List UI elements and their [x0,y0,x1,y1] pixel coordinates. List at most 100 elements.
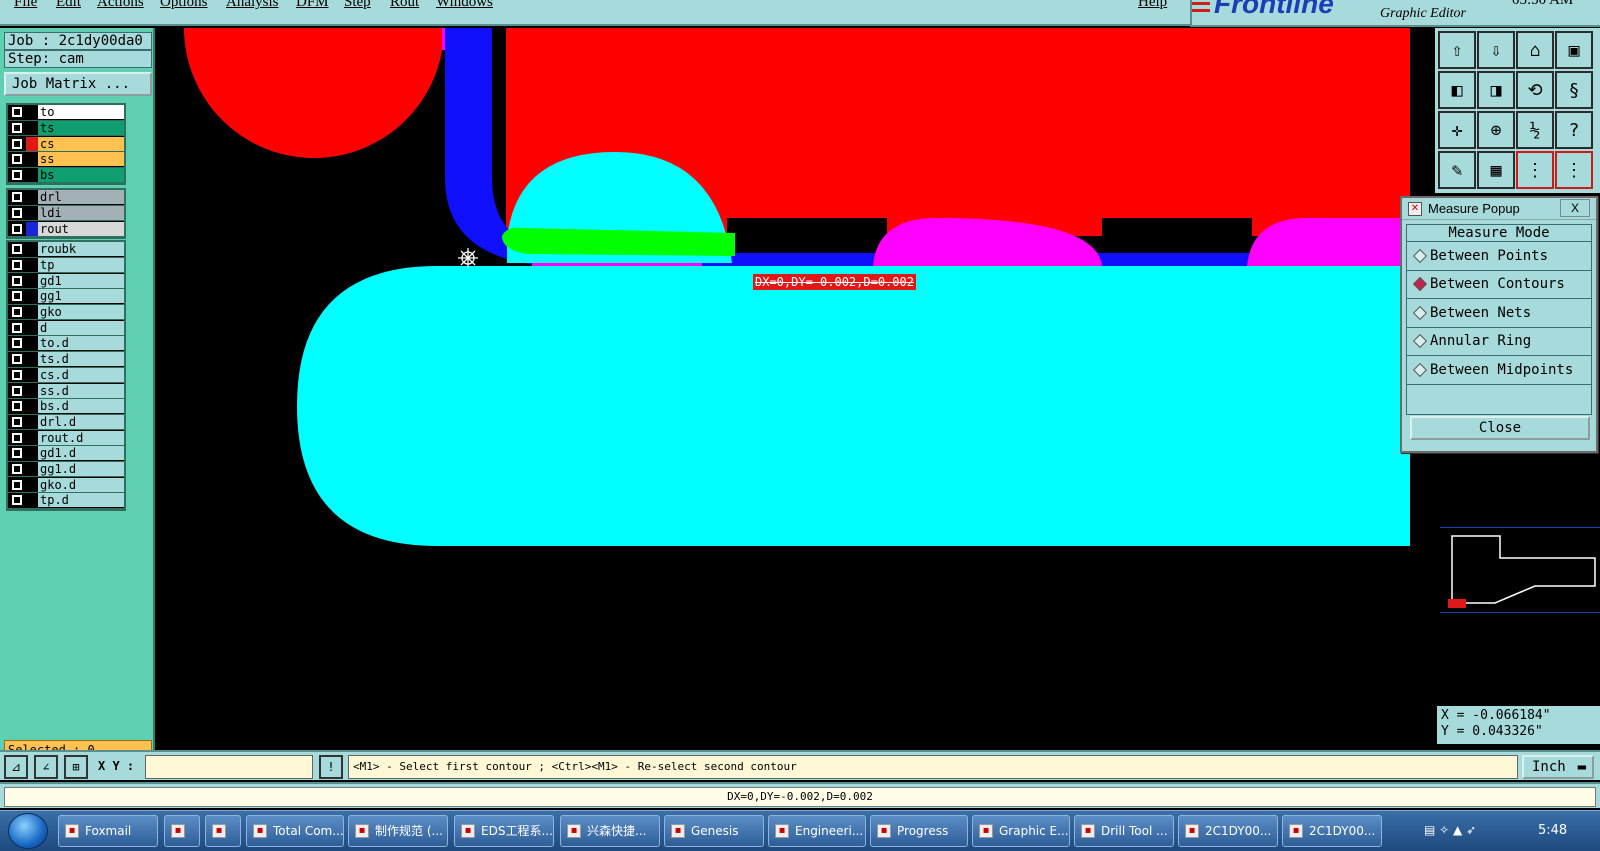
net-compare-icon[interactable]: ⋮ [1555,151,1593,189]
layer-checkbox[interactable] [12,479,22,490]
job-matrix-button[interactable]: Job Matrix ... [4,72,152,96]
layer-checkbox[interactable] [12,307,22,318]
layer-row-drl-d[interactable]: drl.d [8,414,124,431]
snap-center-icon[interactable]: ⊞ [64,755,88,779]
layer-checkbox[interactable] [12,448,22,459]
layer-row-ss-d[interactable]: ss.d [8,383,124,399]
taskbar-item[interactable]: ▪ Foxmail [58,815,158,847]
grid-icon[interactable]: ▦ [1477,151,1515,189]
pan-right-icon[interactable]: ◨ [1477,71,1515,109]
layer-row-bs-d[interactable]: bs.d [8,398,124,415]
layer-checkbox[interactable] [12,223,22,234]
taskbar-item[interactable]: ▪ Progress [870,815,968,847]
layer-checkbox[interactable] [12,291,22,302]
layer-row-gg1-d[interactable]: gg1.d [8,461,124,478]
layer-checkbox[interactable] [12,192,22,203]
layer-row-rout-d[interactable]: rout.d [8,430,124,446]
layer-row-bs[interactable]: bs [8,167,124,184]
taskbar-item[interactable]: ▪ [205,815,241,847]
layer-row-to[interactable]: to [8,105,124,121]
layer-checkbox[interactable] [12,354,22,365]
option-between-midpoints[interactable]: Between Midpoints [1406,356,1592,385]
layer-checkbox[interactable] [12,463,22,474]
layer-up-icon[interactable]: ⇧ [1438,31,1476,69]
layer-row-roubk[interactable]: roubk [8,242,124,258]
layer-checkbox[interactable] [12,107,22,118]
close-icon[interactable]: X [1560,199,1590,217]
taskbar-item[interactable]: ▪ 2C1DY00... [1178,815,1278,847]
layer-row-gd1[interactable]: gd1 [8,273,124,290]
zoom-in-icon[interactable]: ⊕ [1477,111,1515,149]
layer-row-ldi[interactable]: ldi [8,205,124,222]
help-icon[interactable]: ? [1555,111,1593,149]
layer-checkbox[interactable] [12,322,22,333]
taskbar-item[interactable]: ▪ Engineeri... [768,815,866,847]
exclamation-icon[interactable]: ! [319,755,343,779]
layer-checkbox[interactable] [12,432,22,443]
snap-grid-icon[interactable]: ⊿ [4,755,28,779]
menu-windows[interactable]: Windows [436,0,493,11]
layer-checkbox[interactable] [12,138,22,149]
taskbar-item[interactable]: ▪ EDS工程系... [454,815,554,847]
layer-checkbox[interactable] [12,385,22,396]
taskbar-item[interactable]: ▪ Genesis [664,815,764,847]
menu-step[interactable]: Step [344,0,371,11]
taskbar-item[interactable]: ▪ Drill Tool ... [1074,815,1174,847]
menu-rout[interactable]: Rout [390,0,419,11]
option-annular-ring[interactable]: Annular Ring [1406,327,1592,356]
layer-checkbox[interactable] [12,260,22,271]
taskbar-item[interactable]: ▪ 兴森快捷... [560,815,660,847]
menu-actions[interactable]: Actions [97,0,144,11]
layer-checkbox[interactable] [12,154,22,165]
overview-minimap[interactable] [1440,527,1600,613]
menu-help[interactable]: Help [1138,0,1167,11]
snap-angle-icon[interactable]: ∠ [34,755,58,779]
layer-checkbox[interactable] [12,244,22,255]
layer-checkbox[interactable] [12,208,22,219]
start-button[interactable] [8,813,48,849]
taskbar-item[interactable]: ▪ Total Com... [246,815,344,847]
taskbar-item[interactable]: ▪ Graphic E... [972,815,1070,847]
layer-row-tp[interactable]: tp [8,257,124,274]
option-between-nets[interactable]: Between Nets [1406,299,1592,328]
menu-analysis[interactable]: Analysis [226,0,279,11]
taskbar-item[interactable]: ▪ 2C1DY00... [1282,815,1382,847]
graphic-canvas[interactable]: DX=0,DY=-0.002,D=0.002 [157,0,1410,750]
pan-left-icon[interactable]: ◧ [1438,71,1476,109]
zoom-fit-icon[interactable]: ✛ [1438,111,1476,149]
taskbar-item[interactable]: ▪ [164,815,200,847]
window-split-icon[interactable]: ▣ [1555,31,1593,69]
menu-edit[interactable]: Edit [56,0,81,11]
layer-checkbox[interactable] [12,275,22,286]
menu-file[interactable]: File [14,0,37,11]
layer-row-rout[interactable]: rout [8,221,124,238]
option-between-points[interactable]: Between Points [1406,242,1592,271]
layer-row-to-d[interactable]: to.d [8,336,124,352]
measure-popup-titlebar[interactable]: ✕ Measure Popup X [1402,198,1596,220]
layer-row-gko[interactable]: gko [8,304,124,321]
snap-icon[interactable]: § [1555,71,1593,109]
layer-checkbox[interactable] [12,416,22,427]
layer-row-cs[interactable]: cs [8,136,124,153]
tray-icons[interactable]: ▤ ✧ ▲ ➶ [1424,823,1476,837]
xy-coordinate-input[interactable] [145,755,313,779]
unit-selector[interactable]: Inch ▬ [1522,755,1594,779]
layer-down-icon[interactable]: ⇩ [1477,31,1515,69]
layer-row-cs-d[interactable]: cs.d [8,367,124,384]
layer-checkbox[interactable] [12,123,22,134]
menu-options[interactable]: Options [160,0,208,11]
layer-checkbox[interactable] [12,401,22,412]
menu-dfm[interactable]: DFM [296,0,329,11]
layer-row-d[interactable]: d [8,320,124,337]
layer-row-gg1[interactable]: gg1 [8,289,124,305]
layer-row-gko-d[interactable]: gko.d [8,477,124,493]
layer-row-ts-d[interactable]: ts.d [8,351,124,368]
layer-row-ts[interactable]: ts [8,120,124,137]
home-icon[interactable]: ⌂ [1516,31,1554,69]
layer-checkbox[interactable] [12,369,22,380]
close-button[interactable]: Close [1410,416,1590,440]
layer-checkbox[interactable] [12,338,22,349]
redraw-icon[interactable]: ⟲ [1516,71,1554,109]
layer-row-gd1-d[interactable]: gd1.d [8,445,124,462]
zoom-ratio-icon[interactable]: ½ [1516,111,1554,149]
